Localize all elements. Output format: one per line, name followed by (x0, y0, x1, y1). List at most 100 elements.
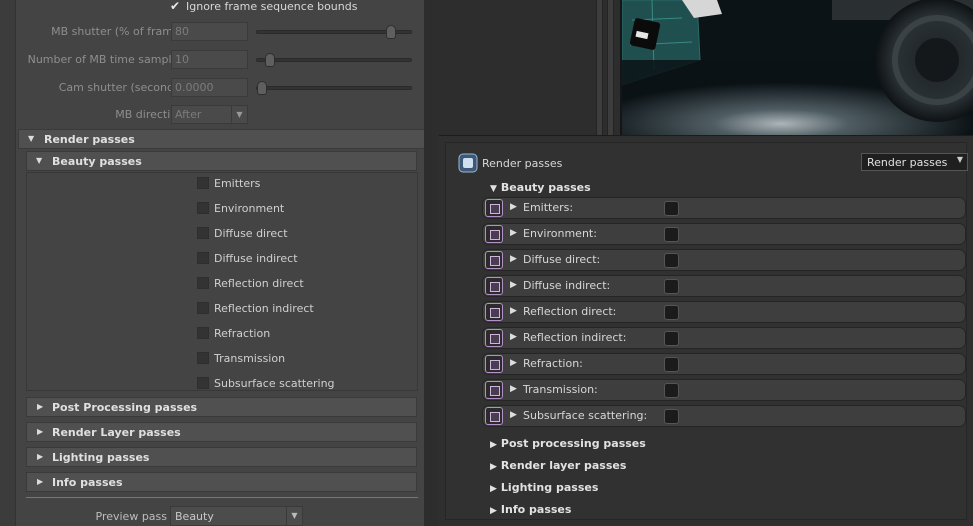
render-passes-section-header[interactable]: ▼ Render passes (18, 129, 424, 149)
section-title: Render Layer passes (52, 426, 181, 439)
pass-checkbox[interactable] (664, 279, 679, 294)
vertical-scrollbar[interactable] (607, 0, 614, 135)
beauty-passes-group[interactable]: ▼ Beauty passes (490, 181, 591, 194)
pass-row-reflection-indirect[interactable]: ▶ Reflection indirect: (482, 327, 966, 349)
group-title: Post processing passes (500, 437, 646, 450)
beauty-pass-label: Environment (214, 202, 285, 215)
checkbox[interactable] (197, 202, 209, 214)
pin-icon[interactable] (485, 355, 503, 373)
mb-time-samples-row: Number of MB time samples 10 (16, 49, 416, 71)
mb-shutter-row: MB shutter (% of frame) 80 (16, 21, 416, 43)
pin-icon[interactable] (485, 329, 503, 347)
pin-icon[interactable] (485, 251, 503, 269)
post-processing-passes-header[interactable]: ▶ Post Processing passes (26, 397, 417, 417)
preview-pass-value: Beauty (175, 510, 214, 523)
pin-icon[interactable] (485, 407, 503, 425)
pass-row-environment[interactable]: ▶ Environment: (482, 223, 966, 245)
pass-checkbox[interactable] (664, 201, 679, 216)
mb-time-samples-label: Number of MB time samples (27, 53, 184, 66)
pass-row-transmission[interactable]: ▶ Transmission: (482, 379, 966, 401)
beauty-pass-label: Reflection direct (214, 277, 304, 290)
render-layer-passes-header[interactable]: ▶ Render Layer passes (26, 422, 417, 442)
pass-label: Subsurface scattering: (523, 409, 648, 422)
panel-scroll-strip (0, 0, 16, 526)
pass-row-refraction[interactable]: ▶ Refraction: (482, 353, 966, 375)
checkbox[interactable] (197, 277, 209, 289)
triangle-right-icon: ▶ (37, 452, 44, 461)
post-processing-passes-group[interactable]: ▶ Post processing passes (490, 437, 646, 450)
pass-checkbox[interactable] (664, 383, 679, 398)
beauty-pass-label: Diffuse direct (214, 227, 288, 240)
beauty-passes-section-header[interactable]: ▼ Beauty passes (26, 151, 417, 171)
pass-row-reflection-direct[interactable]: ▶ Reflection direct: (482, 301, 966, 323)
checkbox[interactable] (197, 352, 209, 364)
triangle-right-icon: ▶ (510, 202, 517, 212)
section-title: Post Processing passes (52, 401, 198, 414)
checkbox[interactable] (197, 177, 209, 189)
cam-shutter-slider-handle[interactable] (257, 81, 267, 95)
triangle-right-icon: ▶ (510, 280, 517, 290)
cam-shutter-field[interactable]: 0.0000 (171, 78, 248, 97)
mb-time-samples-slider[interactable] (256, 53, 412, 67)
pass-checkbox[interactable] (664, 305, 679, 320)
mb-direction-row: MB direction After ▼ (16, 104, 416, 126)
cam-shutter-row: Cam shutter (seconds) 0.0000 (16, 77, 416, 99)
checkbox[interactable] (197, 327, 209, 339)
mb-time-samples-field[interactable]: 10 (171, 50, 248, 69)
info-passes-header[interactable]: ▶ Info passes (26, 472, 417, 492)
render-passes-title: Render passes (44, 133, 135, 146)
cam-shutter-slider[interactable] (256, 81, 412, 95)
pass-checkbox[interactable] (664, 227, 679, 242)
pass-label: Diffuse indirect: (523, 279, 611, 292)
mb-shutter-label: MB shutter (% of frame) (51, 25, 184, 38)
mb-time-samples-slider-handle[interactable] (265, 53, 275, 67)
pass-checkbox[interactable] (664, 253, 679, 268)
triangle-right-icon: ▶ (37, 477, 44, 486)
pass-row-diffuse-direct[interactable]: ▶ Diffuse direct: (482, 249, 966, 271)
render-layer-passes-group[interactable]: ▶ Render layer passes (490, 459, 626, 472)
checkbox[interactable] (197, 227, 209, 239)
lighting-passes-header[interactable]: ▶ Lighting passes (26, 447, 417, 467)
pass-row-emitters[interactable]: ▶ Emitters: (482, 197, 966, 219)
pass-checkbox[interactable] (664, 409, 679, 424)
pass-checkbox[interactable] (664, 357, 679, 372)
checkbox[interactable] (197, 252, 209, 264)
pin-icon[interactable] (485, 303, 503, 321)
beauty-pass-label: Diffuse indirect (214, 252, 298, 265)
mb-direction-value: After (175, 108, 202, 121)
mb-shutter-slider[interactable] (256, 25, 412, 39)
triangle-right-icon: ▶ (490, 462, 497, 472)
pin-icon[interactable] (485, 381, 503, 399)
ignore-frame-bounds-label: Ignore frame sequence bounds (186, 0, 358, 13)
divider (26, 497, 418, 498)
dropdown-arrow-icon: ▼ (286, 507, 302, 525)
pin-icon[interactable] (485, 225, 503, 243)
lighting-passes-group[interactable]: ▶ Lighting passes (490, 481, 598, 494)
pass-row-subsurface-scattering[interactable]: ▶ Subsurface scattering: (482, 405, 966, 427)
triangle-right-icon: ▶ (510, 384, 517, 394)
mb-shutter-field[interactable]: 80 (171, 22, 248, 41)
checkbox[interactable] (197, 377, 209, 389)
render-passes-dropdown[interactable]: Render passes ▼ (861, 153, 968, 171)
pass-label: Reflection direct: (523, 305, 617, 318)
triangle-right-icon: ▶ (510, 332, 517, 342)
pin-icon[interactable] (485, 277, 503, 295)
checkbox[interactable] (197, 302, 209, 314)
render-viewport[interactable] (620, 0, 973, 135)
pin-icon[interactable] (485, 199, 503, 217)
beauty-pass-label: Transmission (214, 352, 286, 365)
section-title: Info passes (52, 476, 123, 489)
info-passes-group[interactable]: ▶ Info passes (490, 503, 571, 516)
render-passes-node-panel: Render passes Render passes ▼ ▼ Beauty pa… (439, 135, 973, 526)
preview-pass-select[interactable]: Beauty ▼ (170, 506, 303, 526)
mb-shutter-slider-handle[interactable] (386, 25, 396, 39)
vertical-scrollbar[interactable] (596, 0, 603, 135)
pass-checkbox[interactable] (664, 331, 679, 346)
node-title: Render passes (482, 157, 563, 170)
triangle-right-icon: ▶ (490, 506, 497, 516)
pass-row-diffuse-indirect[interactable]: ▶ Diffuse indirect: (482, 275, 966, 297)
checkmark-icon: ✔ (170, 0, 181, 13)
pass-label: Environment: (523, 227, 597, 240)
mb-direction-select[interactable]: After ▼ (171, 105, 248, 124)
pass-label: Reflection indirect: (523, 331, 627, 344)
